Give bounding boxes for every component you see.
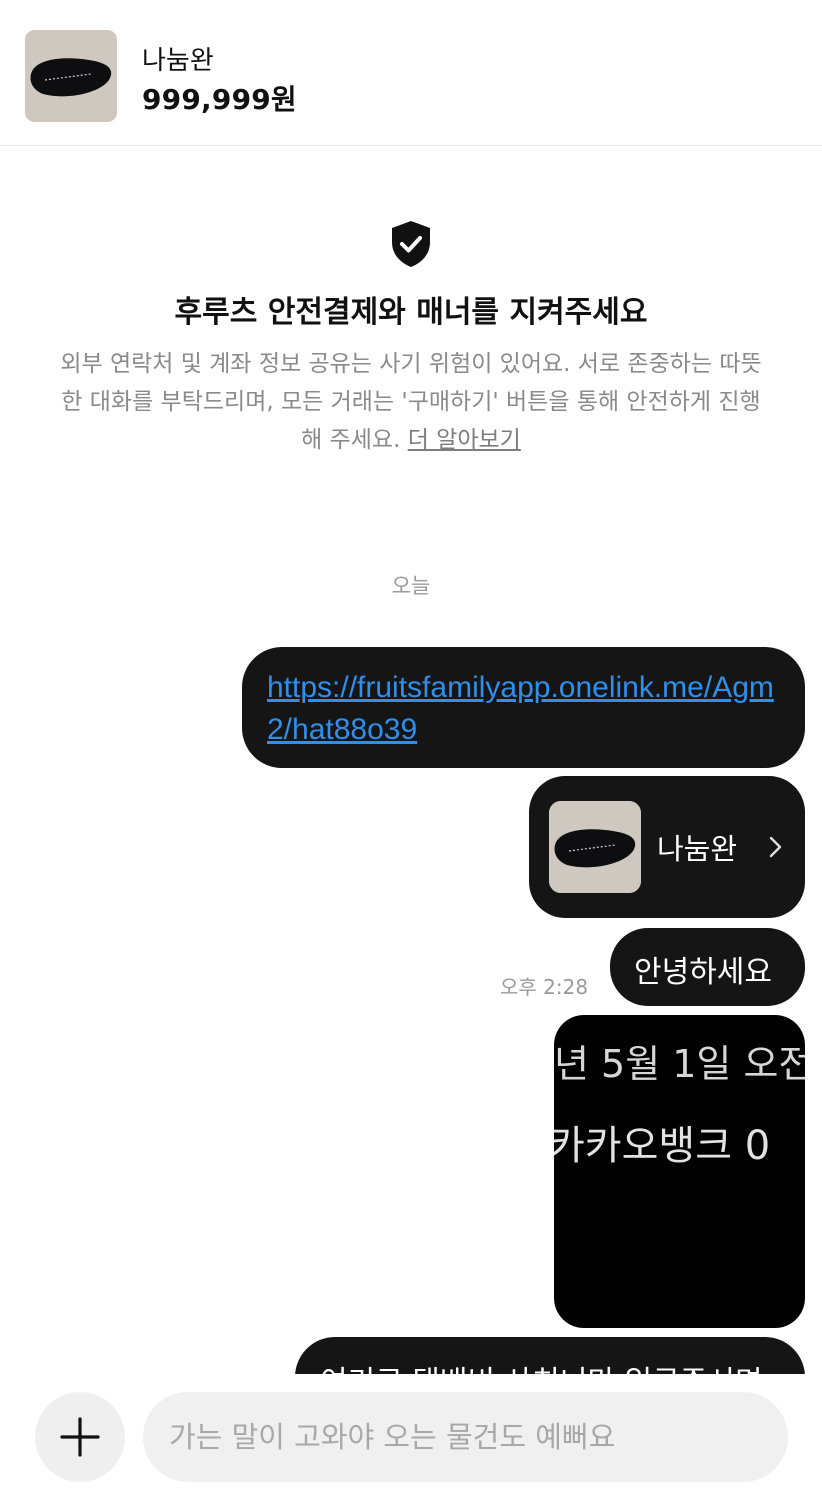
product-header[interactable]: 나눔완 999,999원 [0,0,822,146]
image-message[interactable]: 년 5월 1일 오전 카카오뱅크 0 [554,1015,805,1328]
image-text-line2: 카카오뱅크 0 [554,1123,771,1169]
safety-notice-body: 외부 연락처 및 계좌 정보 공유는 사기 위험이 있어요. 서로 존중하는 따… [60,345,762,459]
product-price: 999,999원 [142,83,297,116]
card-title: 나눔완 [657,832,738,866]
composer-bar [0,1374,822,1500]
message-input[interactable] [143,1392,788,1482]
chevron-right-icon [769,836,782,858]
product-title: 나눔완 [142,46,214,76]
safety-notice-title: 후루츠 안전결제와 매너를 지켜주세요 [174,295,648,330]
learn-more-link[interactable]: 더 알아보기 [408,427,521,453]
shield-check-icon [392,221,430,267]
product-photo-icon [549,801,641,893]
attach-button[interactable] [35,1392,125,1482]
card-thumbnail [549,801,641,893]
message-timestamp: 오후 2:28 [500,975,589,999]
product-thumbnail[interactable] [25,30,117,122]
product-card-message[interactable]: 나눔완 [529,776,805,918]
message-bubble-link: https://fruitsfamilyapp.onelink.me/Agm2/… [242,647,805,768]
message-bubble-greeting: 안녕하세요 [610,928,805,1006]
day-divider: 오늘 [391,574,431,598]
message-link[interactable]: https://fruitsfamilyapp.onelink.me/Agm2/… [267,671,774,746]
plus-icon [60,1417,100,1457]
image-text-line1: 년 5월 1일 오전 [554,1042,805,1086]
product-photo-icon [25,30,117,122]
